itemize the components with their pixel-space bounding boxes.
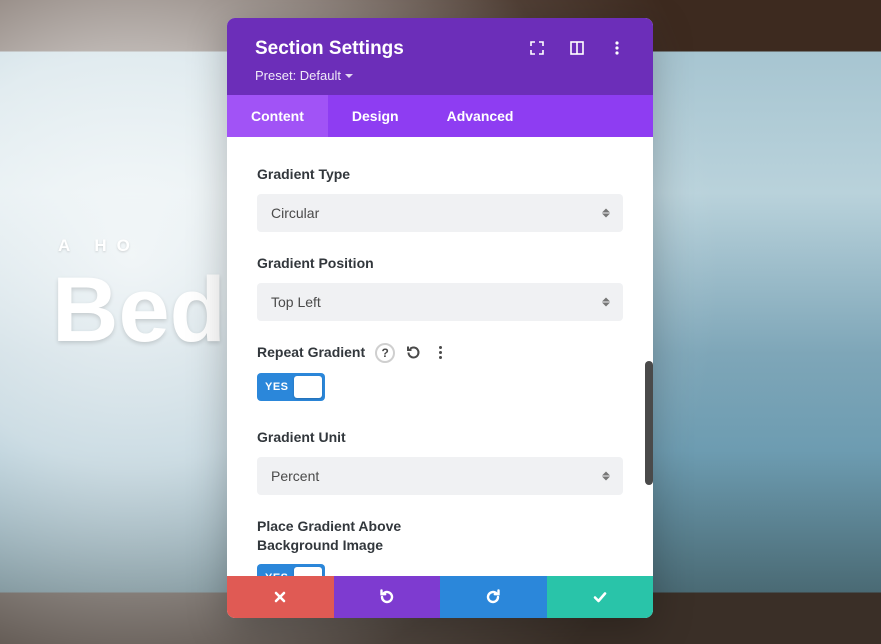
field-gradient-unit: Gradient Unit Percent <box>257 428 623 495</box>
expand-icon[interactable] <box>529 40 545 56</box>
hero-title: Bed <box>52 264 226 356</box>
select-caret-icon <box>601 297 611 306</box>
tab-advanced[interactable]: Advanced <box>423 95 538 137</box>
tab-design[interactable]: Design <box>328 95 423 137</box>
gradient-type-select[interactable]: Circular <box>257 194 623 232</box>
undo-button[interactable] <box>334 576 441 618</box>
gradient-position-value: Top Left <box>271 294 321 310</box>
field-gradient-type: Gradient Type Circular <box>257 165 623 232</box>
scrollbar-thumb[interactable] <box>645 361 653 485</box>
toggle-knob <box>294 567 322 576</box>
gradient-type-label: Gradient Type <box>257 165 350 184</box>
tabs: Content Design Advanced <box>227 95 653 137</box>
field-more-icon[interactable] <box>432 343 448 363</box>
field-repeat-gradient: Repeat Gradient ? YES <box>257 343 623 406</box>
check-icon <box>592 589 608 605</box>
preset-label: Preset: Default <box>255 68 341 83</box>
chevron-down-icon <box>345 74 353 78</box>
redo-button[interactable] <box>440 576 547 618</box>
modal-header: Section Settings Preset: Default <box>227 18 653 95</box>
gradient-unit-value: Percent <box>271 468 319 484</box>
modal-footer <box>227 576 653 618</box>
place-above-toggle[interactable]: YES <box>257 564 325 576</box>
save-button[interactable] <box>547 576 654 618</box>
field-gradient-position: Gradient Position Top Left <box>257 254 623 321</box>
hero-tagline: A HO <box>58 236 140 256</box>
reset-icon[interactable] <box>405 344 422 361</box>
preset-dropdown[interactable]: Preset: Default <box>255 68 631 83</box>
tab-content[interactable]: Content <box>227 95 328 137</box>
help-icon[interactable]: ? <box>375 343 395 363</box>
select-caret-icon <box>601 471 611 480</box>
gradient-type-value: Circular <box>271 205 319 221</box>
gradient-unit-label: Gradient Unit <box>257 428 346 447</box>
toggle-yes-label: YES <box>265 381 289 393</box>
gradient-position-select[interactable]: Top Left <box>257 283 623 321</box>
gradient-position-label: Gradient Position <box>257 254 374 273</box>
toggle-yes-label: YES <box>265 572 289 576</box>
repeat-gradient-toggle[interactable]: YES <box>257 373 325 401</box>
cancel-button[interactable] <box>227 576 334 618</box>
place-above-label: Place Gradient Above Background Image <box>257 517 457 555</box>
select-caret-icon <box>601 208 611 217</box>
modal-title: Section Settings <box>255 38 404 60</box>
close-icon <box>273 590 287 604</box>
gradient-unit-select[interactable]: Percent <box>257 457 623 495</box>
undo-icon <box>378 588 396 606</box>
modal-body: Gradient Type Circular Gradient Position… <box>227 137 653 576</box>
snap-icon[interactable] <box>569 40 585 56</box>
section-settings-modal: Section Settings Preset: Default Content… <box>227 18 653 618</box>
redo-icon <box>484 588 502 606</box>
header-more-icon[interactable] <box>609 40 625 56</box>
repeat-gradient-label: Repeat Gradient <box>257 343 365 362</box>
toggle-knob <box>294 376 322 398</box>
field-place-above: Place Gradient Above Background Image YE… <box>257 517 623 576</box>
